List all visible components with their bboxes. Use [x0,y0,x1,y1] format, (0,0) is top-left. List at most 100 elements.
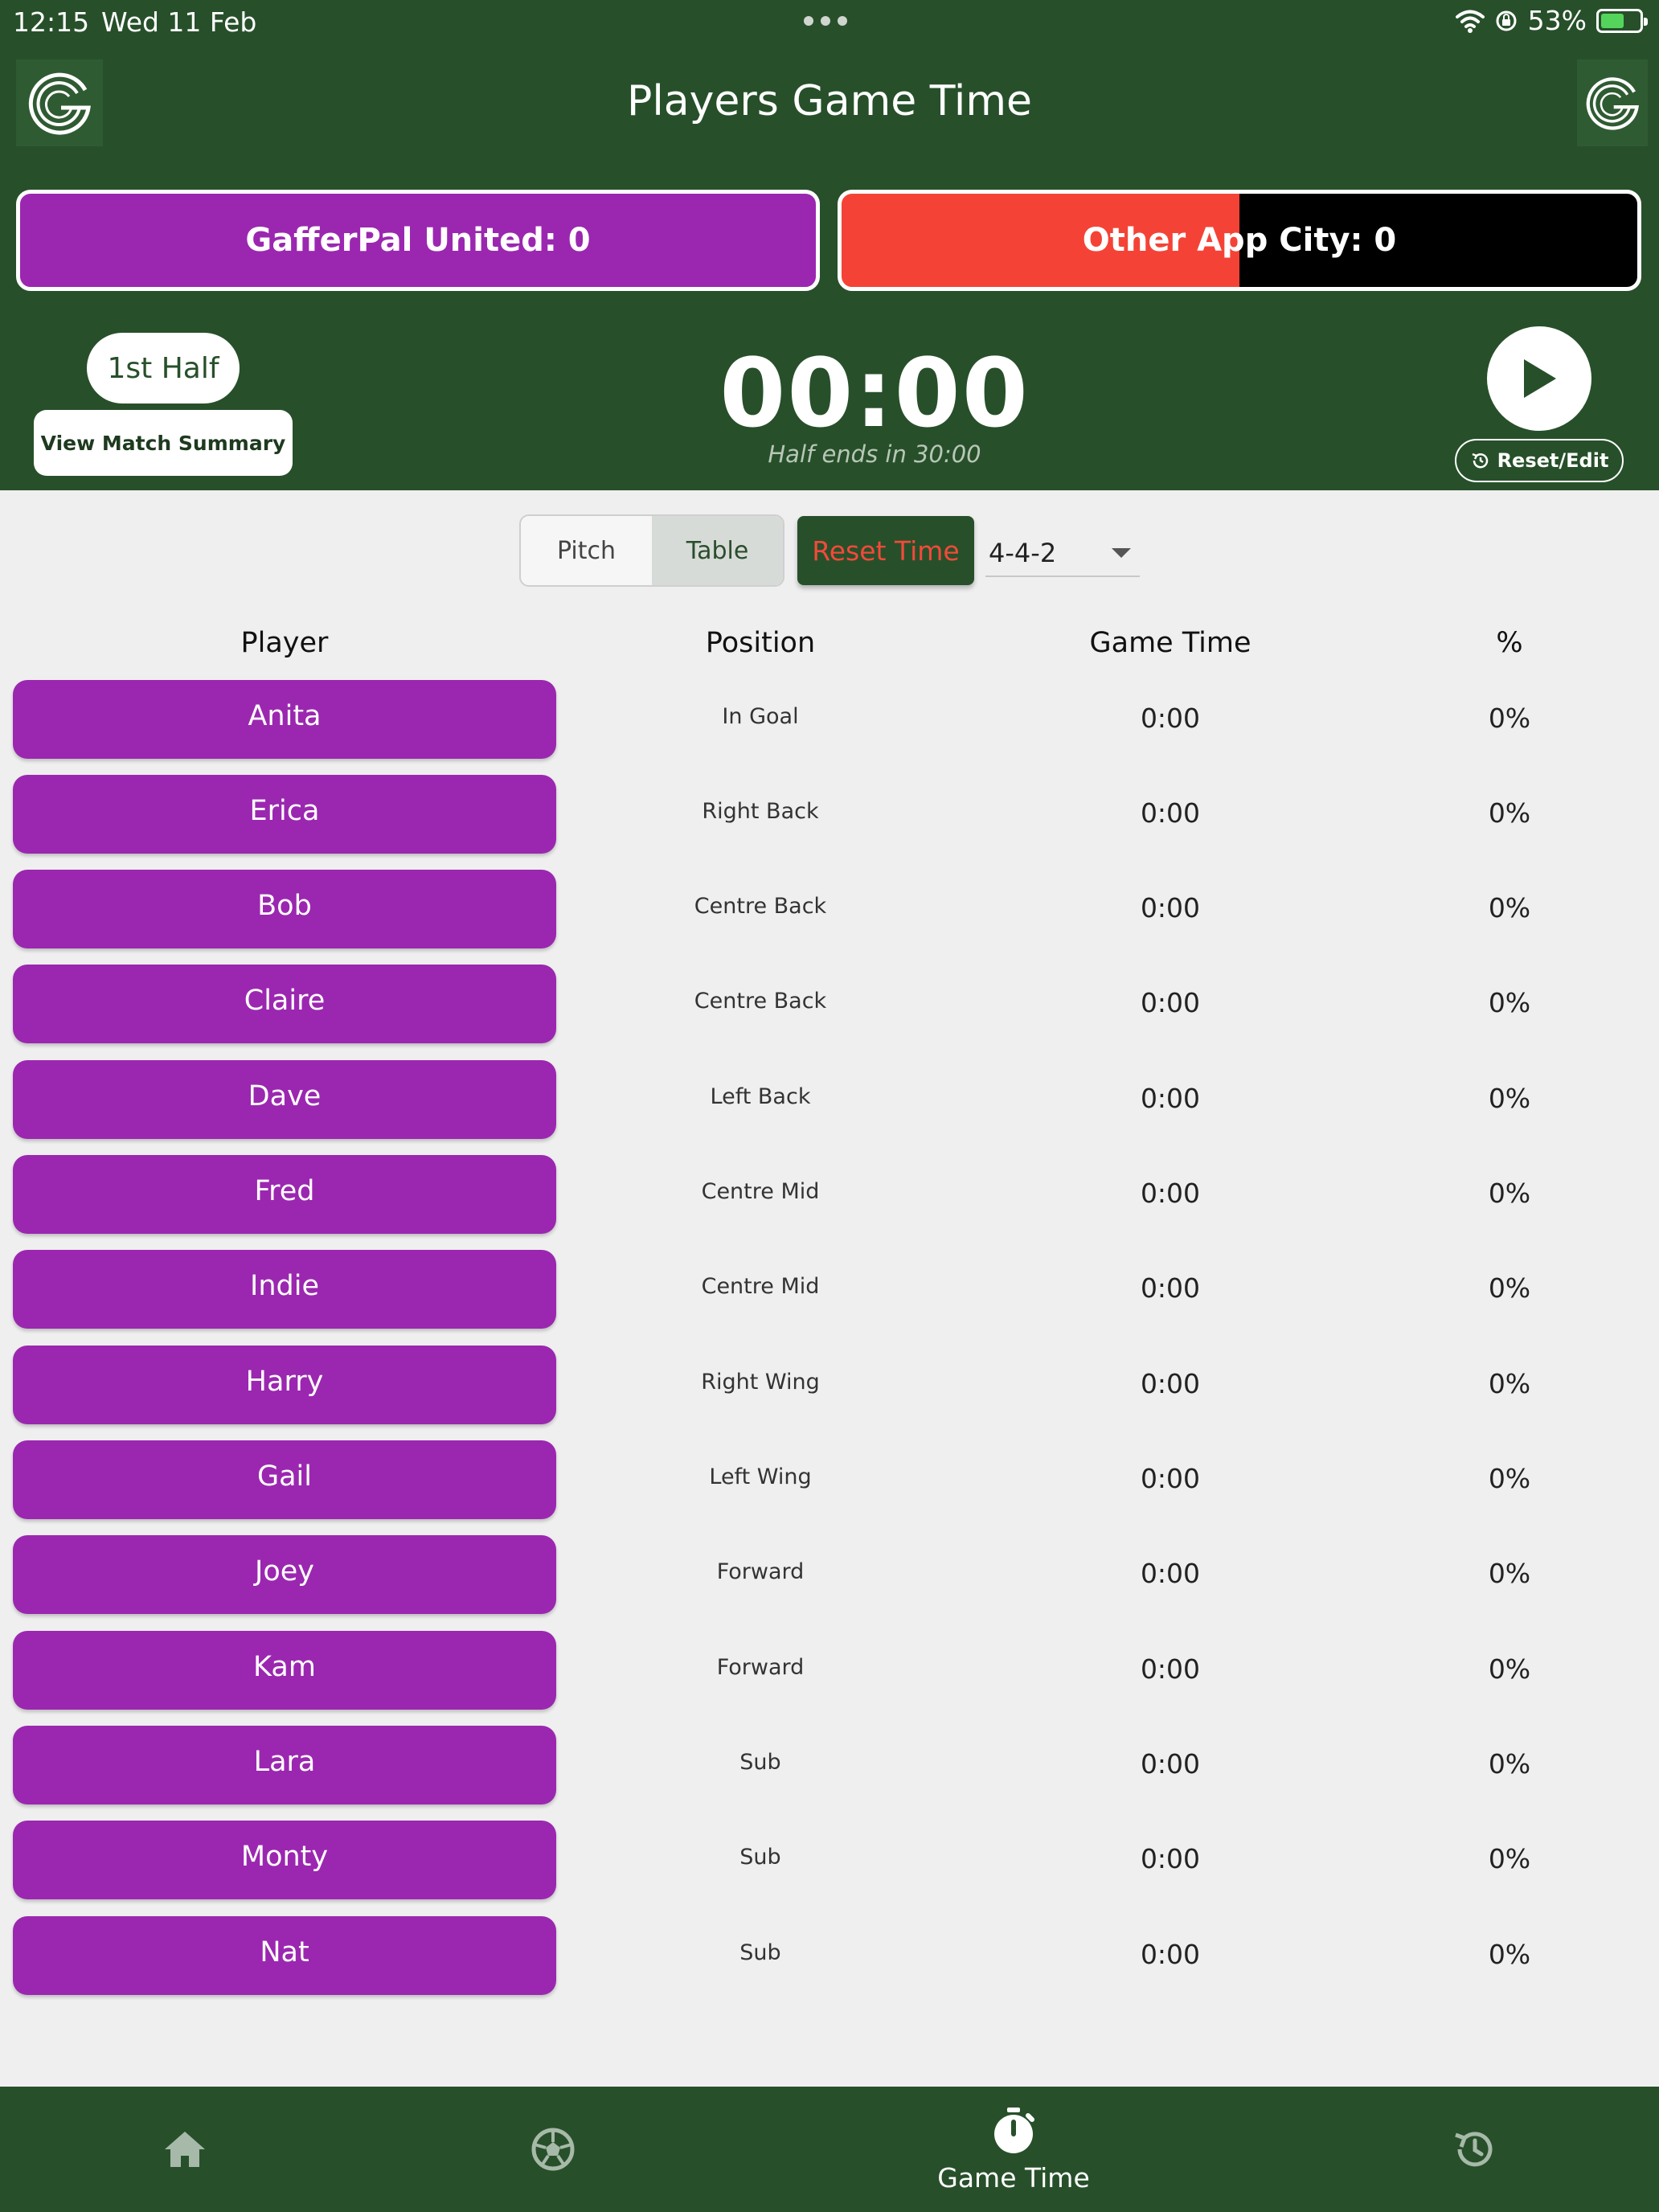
percent-cell: 0% [1488,1178,1531,1209]
position-cell: Centre Back [694,989,827,1014]
percent-cell: 0% [1488,1272,1531,1304]
player-button[interactable]: Erica [13,775,556,854]
player-button[interactable]: Nat [13,1916,556,1995]
nav-match[interactable] [473,2087,633,2212]
table-row: Monty Sub 0:00 0% [0,1821,1659,1899]
game-time-cell: 0:00 [1140,1558,1201,1589]
table-row: Harry Right Wing 0:00 0% [0,1346,1659,1424]
status-right: 53% [1455,5,1648,36]
player-button[interactable]: Gail [13,1440,556,1519]
position-cell: Sub [739,1940,781,1965]
percent-cell: 0% [1488,1368,1531,1399]
nav-game-time[interactable]: Game Time [853,2087,1174,2212]
game-time-cell: 0:00 [1140,1939,1201,1970]
formation-select[interactable]: 4-4-2 [985,530,1140,577]
nav-history[interactable] [1394,2087,1555,2212]
game-time-cell: 0:00 [1140,987,1201,1018]
position-cell: Right Wing [701,1370,820,1395]
match-clock: 00:00 [719,338,1030,449]
percent-cell: 0% [1488,1748,1531,1780]
player-button[interactable]: Kam [13,1631,556,1710]
percent-cell: 0% [1488,987,1531,1018]
game-time-cell: 0:00 [1140,1463,1201,1494]
nav-game-time-label: Game Time [937,2161,1090,2194]
player-button[interactable]: Harry [13,1346,556,1424]
reset-time-button[interactable]: Reset Time [797,516,974,585]
away-team-score-button[interactable]: Other App City: 0 [838,190,1641,291]
player-button[interactable]: Indie [13,1250,556,1329]
player-button[interactable]: Joey [13,1535,556,1614]
table-row: Dave Left Back 0:00 0% [0,1060,1659,1139]
history-icon [1455,2132,1493,2167]
orientation-lock-icon [1496,10,1517,31]
game-time-cell: 0:00 [1140,1083,1201,1114]
percent-cell: 0% [1488,1463,1531,1494]
game-time-cell: 0:00 [1140,797,1201,829]
position-cell: Left Back [710,1084,811,1109]
percent-cell: 0% [1488,797,1531,829]
formation-value: 4-4-2 [989,538,1057,568]
position-cell: Right Back [702,799,819,824]
column-header-percent: % [1496,627,1523,659]
player-button[interactable]: Fred [13,1155,556,1234]
percent-cell: 0% [1488,1083,1531,1114]
player-button[interactable]: Dave [13,1060,556,1139]
history-icon [1472,453,1488,469]
table-row: Kam Forward 0:00 0% [0,1631,1659,1710]
wifi-icon [1455,10,1485,33]
table-row: Erica Right Back 0:00 0% [0,775,1659,854]
gafferpal-logo-right[interactable] [1577,59,1648,146]
table-row: Bob Centre Back 0:00 0% [0,870,1659,948]
position-cell: In Goal [722,704,799,729]
dropdown-arrow-icon [1112,548,1131,558]
column-header-position: Position [705,627,816,659]
player-button[interactable]: Anita [13,680,556,759]
table-row: Indie Centre Mid 0:00 0% [0,1250,1659,1329]
home-team-score-button[interactable]: GafferPal United: 0 [16,190,820,291]
position-cell: Forward [716,1559,805,1584]
play-icon [1524,359,1556,398]
play-button[interactable] [1487,326,1591,431]
reset-edit-label: Reset/Edit [1497,449,1609,472]
half-ends-text: Half ends in 30:00 [768,440,981,468]
game-time-cell: 0:00 [1140,1368,1201,1399]
nav-home[interactable] [104,2087,265,2212]
position-cell: Centre Mid [701,1179,820,1204]
game-time-cell: 0:00 [1140,1748,1201,1780]
game-time-cell: 0:00 [1140,703,1201,734]
game-time-cell: 0:00 [1140,1178,1201,1209]
status-date: Wed 11 Feb [101,6,257,38]
table-row: Claire Centre Back 0:00 0% [0,965,1659,1043]
battery-icon [1596,8,1648,33]
percent-cell: 0% [1488,892,1531,924]
table-row: Lara Sub 0:00 0% [0,1726,1659,1804]
player-button[interactable]: Monty [13,1821,556,1899]
table-row: Fred Centre Mid 0:00 0% [0,1155,1659,1234]
pitch-view-tab[interactable]: Pitch [521,516,652,585]
battery-percent: 53% [1527,5,1587,36]
percent-cell: 0% [1488,1653,1531,1685]
position-cell: Sub [739,1750,781,1775]
position-cell: Left Wing [709,1464,812,1489]
player-button[interactable]: Claire [13,965,556,1043]
position-cell: Sub [739,1845,781,1870]
status-bar: 12:15 Wed 11 Feb 53% [0,0,1659,45]
table-row: Nat Sub 0:00 0% [0,1916,1659,1995]
home-icon [165,2132,205,2167]
game-time-cell: 0:00 [1140,892,1201,924]
page-title: Players Game Time [626,77,1033,125]
player-button[interactable]: Lara [13,1726,556,1804]
percent-cell: 0% [1488,1939,1531,1970]
column-header-game-time: Game Time [1089,627,1251,659]
table-view-tab[interactable]: Table [652,516,783,585]
app-header: 12:15 Wed 11 Feb 53% Players Game Time G… [0,0,1659,490]
position-cell: Centre Mid [701,1274,820,1299]
game-time-cell: 0:00 [1140,1653,1201,1685]
player-button[interactable]: Bob [13,870,556,948]
multitasking-dots-icon[interactable] [804,16,847,26]
table-row: Gail Left Wing 0:00 0% [0,1440,1659,1519]
reset-edit-button[interactable]: Reset/Edit [1455,439,1624,482]
status-time: 12:15 [13,6,90,38]
percent-cell: 0% [1488,1843,1531,1874]
table-row: Anita In Goal 0:00 0% [0,680,1659,759]
